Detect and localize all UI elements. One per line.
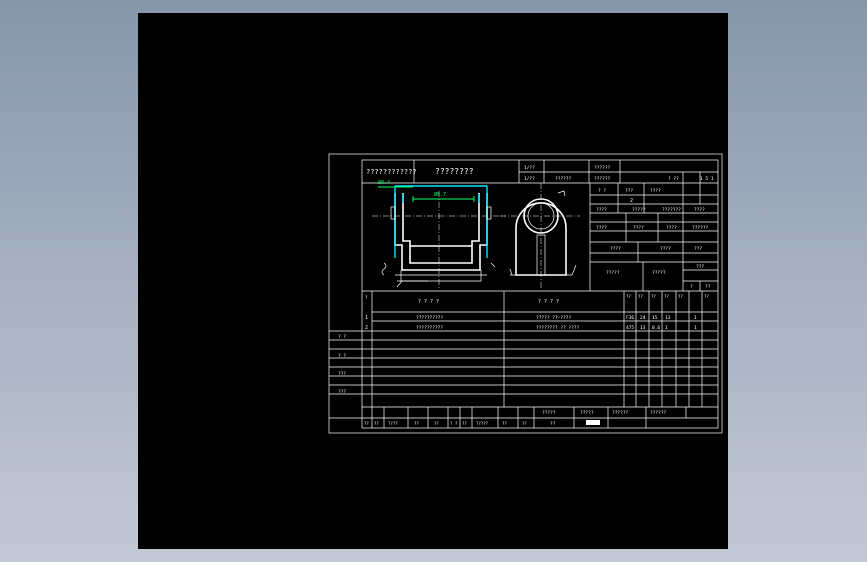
- footer-label-10: ??: [522, 421, 527, 426]
- row1-p1: F36: [626, 315, 634, 321]
- header-cell-r2b: ??????: [555, 176, 572, 182]
- info-r4-a: ????: [596, 207, 607, 213]
- th-equipment: ? ? ? ?: [538, 299, 559, 305]
- header-center-title: ????????: [435, 167, 474, 176]
- part-side-view: [500, 183, 580, 288]
- footer-label-4: ??: [414, 421, 419, 426]
- info-r5-d: ??????: [692, 225, 709, 231]
- margin-label-4: ???: [338, 389, 346, 395]
- row2-p2: 13: [640, 325, 646, 331]
- dim-top-label: Ø0.4: [378, 179, 390, 186]
- row1-p4: 13: [665, 315, 671, 321]
- row2-p1: 475: [626, 325, 634, 331]
- row2-p4: 1: [665, 325, 668, 331]
- header-cell-r1a: 1/??: [524, 165, 535, 171]
- th-param-6: ??: [704, 294, 709, 299]
- dim-inner-label: Ø0.7: [434, 191, 446, 198]
- row1-p3: 15: [652, 315, 658, 321]
- sign-cell-3: ??????: [612, 410, 629, 416]
- margin-label-1: ? ?: [338, 334, 346, 340]
- th-param-1: ??: [626, 294, 631, 299]
- info-r6-a: ????: [610, 246, 621, 252]
- info-r8-b: ??: [705, 284, 711, 290]
- th-no: ?: [365, 295, 368, 300]
- row1-p6: 1: [694, 315, 697, 321]
- th-name: ? ? ? ?: [418, 299, 439, 305]
- row2-equipment: ???????? ?? ????: [536, 325, 580, 331]
- header-cell-r2c: ??????: [594, 176, 611, 182]
- th-param-2: ??: [638, 294, 643, 299]
- info-r6-b: ????: [660, 246, 671, 252]
- info-r1-b: 1 5 1: [700, 176, 714, 182]
- info-r2-c: ????: [650, 188, 661, 194]
- footer-label-9: ??: [502, 421, 507, 426]
- row1-name: ??????????: [416, 315, 443, 321]
- info-r5-b: ????: [633, 225, 644, 231]
- sign-cell-1: ?????: [542, 410, 556, 416]
- info-panel: ? ?? 1 5 1 ? ? ??? ???? 2 ???? ????? ???…: [590, 172, 718, 291]
- part-front-view: [372, 185, 506, 288]
- info-r7-b: ?????: [652, 270, 666, 276]
- footer-label-3: ????: [388, 421, 398, 426]
- row2-p3: 0.6: [652, 325, 660, 331]
- footer-label-6: ? ?: [450, 421, 458, 426]
- info-r7-c: ???: [696, 264, 704, 270]
- cad-viewport[interactable]: ???????????? ???????? 1/?? ?????? 1/?? ?…: [138, 13, 728, 549]
- sign-cell-4: ??????: [650, 410, 667, 416]
- info-r5-c: ????: [666, 225, 677, 231]
- info-r2-a: ? ?: [598, 188, 606, 194]
- header-cell-r1b: ??????: [594, 165, 611, 171]
- footer-label-5: ??: [434, 421, 439, 426]
- sign-cell-2: ?????: [580, 410, 594, 416]
- row1-no: 1: [365, 315, 368, 321]
- row1-p2: 24: [640, 315, 646, 321]
- header-left-title: ????????????: [366, 168, 417, 176]
- info-r1-a: ? ??: [668, 176, 679, 182]
- row2-name: ??????????: [416, 325, 443, 331]
- row2-p6: 1: [694, 325, 697, 331]
- info-r7-a: ?????: [606, 270, 620, 276]
- header-cell-r2a: 1/??: [524, 176, 535, 182]
- cad-drawing-canvas[interactable]: ???????????? ???????? 1/?? ?????? 1/?? ?…: [138, 13, 728, 549]
- info-r5-a: ????: [596, 225, 607, 231]
- info-r6-c: ???: [694, 246, 702, 252]
- row1-equipment: ????? ??-????: [536, 315, 572, 321]
- margin-label-2: ? ?: [338, 353, 346, 359]
- info-r4-d: ????: [694, 207, 705, 213]
- info-r8-a: ?: [690, 284, 693, 290]
- info-r4-c: ???????: [662, 207, 681, 213]
- info-r4-b: ?????: [632, 207, 646, 213]
- info-r2-b: ???: [625, 188, 633, 194]
- process-table: ? ? ? ? ? ? ? ? ? ?? ?? ?? ?? ?? ?? 1 ??…: [329, 291, 718, 428]
- footer-stamp-text: ??: [550, 421, 556, 427]
- th-param-3: ??: [651, 294, 656, 299]
- footer-label-2: ??: [374, 421, 379, 426]
- th-param-5: ??: [678, 294, 683, 299]
- dimension-annotations: Ø0.4 Ø0.7: [378, 179, 475, 202]
- info-r3: 2: [630, 198, 633, 204]
- footer-label-8: ?????: [476, 421, 489, 426]
- footer-label-1: ??: [364, 421, 369, 426]
- footer-stamp-box: [586, 420, 600, 425]
- th-param-4: ??: [664, 294, 669, 299]
- row2-no: 2: [365, 325, 368, 331]
- margin-label-3: ???: [338, 371, 346, 377]
- footer-label-7: ??: [462, 421, 467, 426]
- footer-signature-block: ????? ????? ?????? ?????? ?? ?? ???? ?? …: [362, 407, 718, 428]
